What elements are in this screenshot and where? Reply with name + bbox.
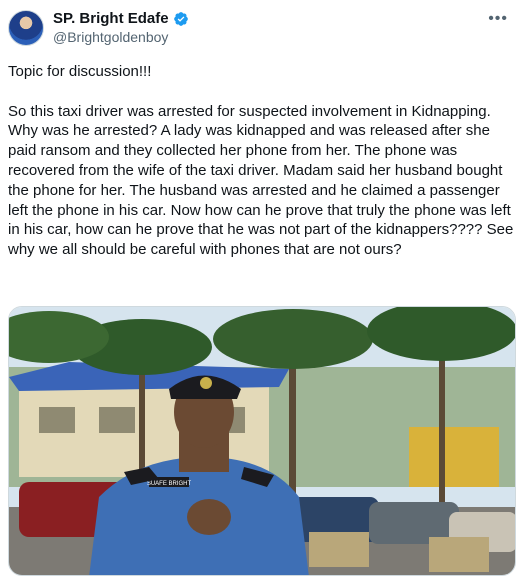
author-display-name[interactable]: SP. Bright Edafe [53,10,169,27]
tweet-line-topic: Topic for discussion!!! [8,63,152,80]
avatar[interactable] [8,10,44,46]
tweet-header: SP. Bright Edafe @Brightgoldenboy ••• [0,0,520,52]
officer-hand [187,499,231,535]
building-window [39,407,75,433]
cap-badge [200,377,212,389]
tweet-text: Topic for discussion!!! So this taxi dri… [8,62,516,260]
verified-badge-icon [173,11,188,26]
barrier [429,537,489,572]
yellow-building [409,427,499,487]
more-options-icon[interactable]: ••• [488,10,508,28]
tweet-body: So this taxi driver was arrested for sus… [8,102,514,259]
building-window [99,407,135,433]
tweet-photo[interactable]: SUAFE BRIGHT [8,306,516,576]
palm-fronds [213,309,373,369]
photo-scene: SUAFE BRIGHT [9,307,515,575]
author-name-row[interactable]: SP. Bright Edafe [53,10,189,27]
name-tag-text: SUAFE BRIGHT [147,481,192,487]
author-handle[interactable]: @Brightgoldenboy [53,29,168,45]
barrier [309,532,369,567]
